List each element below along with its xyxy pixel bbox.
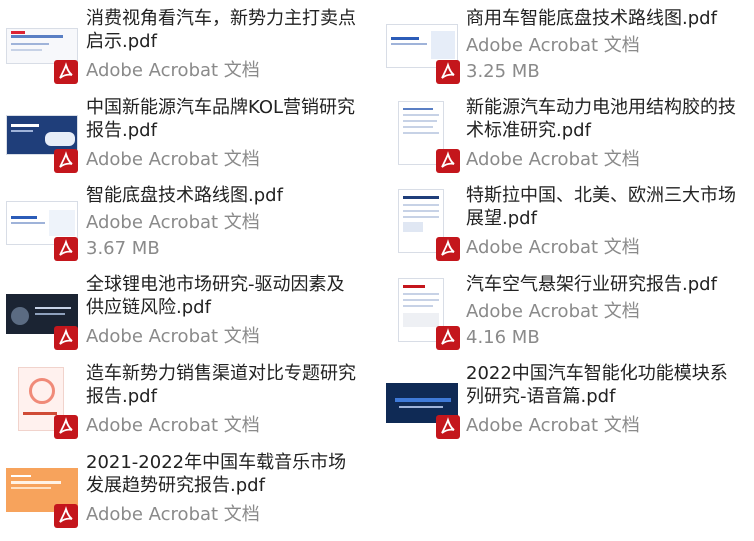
file-name: 智能底盘技术路线图.pdf [86, 185, 283, 206]
pdf-icon [436, 60, 460, 84]
file-item[interactable]: 中国新能源汽车品牌KOL营销研究报告.pdf Adobe Acrobat 文档 [6, 97, 366, 185]
pdf-icon [54, 415, 78, 439]
pdf-icon [436, 326, 460, 350]
file-item[interactable]: 消费视角看汽车，新势力主打卖点启示.pdf Adobe Acrobat 文档 [6, 8, 366, 96]
file-item[interactable]: 智能底盘技术路线图.pdf Adobe Acrobat 文档 3.67 MB [6, 185, 366, 273]
file-item[interactable]: 特斯拉中国、北美、欧洲三大市场展望.pdf Adobe Acrobat 文档 [386, 185, 746, 273]
file-name: 2021-2022年中国车载音乐市场发展趋势研究报告.pdf [86, 452, 347, 496]
file-item[interactable]: 2022中国汽车智能化功能模块系列研究-语音篇.pdf Adobe Acroba… [386, 363, 746, 451]
file-type: Adobe Acrobat 文档 [466, 149, 640, 170]
file-type: Adobe Acrobat 文档 [86, 149, 260, 170]
file-type: Adobe Acrobat 文档 [86, 60, 260, 81]
file-name: 2022中国汽车智能化功能模块系列研究-语音篇.pdf [466, 363, 728, 407]
file-type: Adobe Acrobat 文档 [86, 415, 260, 436]
pdf-icon [54, 504, 78, 528]
file-type: Adobe Acrobat 文档 [466, 301, 640, 322]
file-item[interactable]: 造车新势力销售渠道对比专题研究报告.pdf Adobe Acrobat 文档 [6, 363, 366, 451]
pdf-icon [436, 149, 460, 173]
file-name: 商用车智能底盘技术路线图.pdf [466, 8, 717, 29]
file-type: Adobe Acrobat 文档 [466, 415, 640, 436]
file-size: 4.16 MB [466, 327, 540, 348]
file-name: 特斯拉中国、北美、欧洲三大市场展望.pdf [466, 185, 736, 229]
pdf-icon [436, 237, 460, 261]
file-size: 3.25 MB [466, 61, 540, 82]
file-type: Adobe Acrobat 文档 [86, 504, 260, 525]
file-type: Adobe Acrobat 文档 [86, 326, 260, 347]
file-item[interactable]: 商用车智能底盘技术路线图.pdf Adobe Acrobat 文档 3.25 M… [386, 8, 746, 96]
file-item[interactable]: 全球锂电池市场研究-驱动因素及供应链风险.pdf Adobe Acrobat 文… [6, 274, 366, 362]
file-item[interactable]: 汽车空气悬架行业研究报告.pdf Adobe Acrobat 文档 4.16 M… [386, 274, 746, 362]
file-item[interactable]: 2021-2022年中国车载音乐市场发展趋势研究报告.pdf Adobe Acr… [6, 452, 366, 540]
file-name: 造车新势力销售渠道对比专题研究报告.pdf [86, 363, 356, 407]
file-type: Adobe Acrobat 文档 [86, 212, 260, 233]
file-name: 汽车空气悬架行业研究报告.pdf [466, 274, 717, 295]
file-name: 全球锂电池市场研究-驱动因素及供应链风险.pdf [86, 274, 345, 318]
file-thumbnail [6, 28, 78, 64]
file-name: 中国新能源汽车品牌KOL营销研究报告.pdf [86, 97, 356, 141]
file-type: Adobe Acrobat 文档 [466, 237, 640, 258]
file-item[interactable]: 新能源汽车动力电池用结构胶的技术标准研究.pdf Adobe Acrobat 文… [386, 97, 746, 185]
file-type: Adobe Acrobat 文档 [466, 35, 640, 56]
file-name: 消费视角看汽车，新势力主打卖点启示.pdf [86, 8, 356, 52]
pdf-icon [54, 237, 78, 261]
pdf-icon [54, 60, 78, 84]
file-size: 3.67 MB [86, 238, 160, 259]
file-name: 新能源汽车动力电池用结构胶的技术标准研究.pdf [466, 97, 736, 141]
pdf-icon [436, 415, 460, 439]
pdf-icon [54, 326, 78, 350]
pdf-icon [54, 149, 78, 173]
